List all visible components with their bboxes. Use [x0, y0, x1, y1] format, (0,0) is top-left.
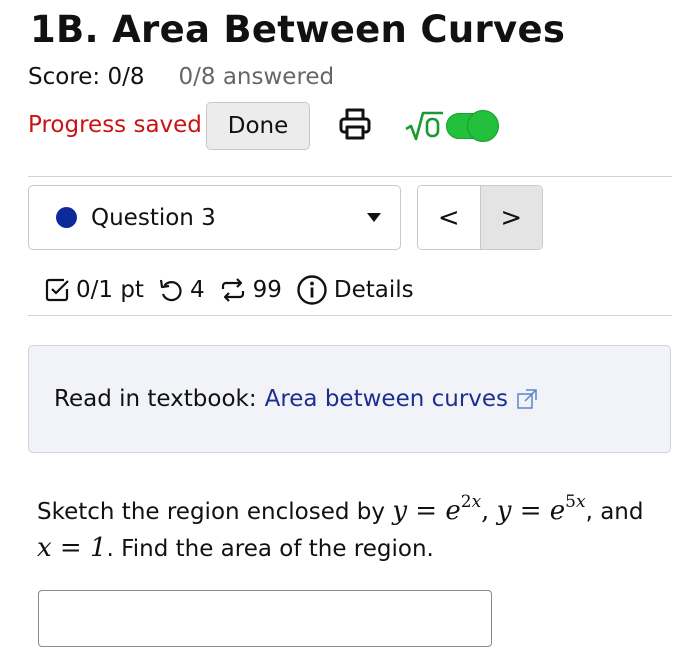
sqrt-icon	[405, 111, 443, 141]
divider	[28, 176, 672, 177]
score-text: Score: 0/8	[28, 64, 145, 90]
done-button[interactable]: Done	[206, 102, 310, 150]
toggle-knob	[467, 110, 499, 142]
textbook-link[interactable]: Area between curves	[265, 386, 508, 412]
equation-2: y = e5x	[496, 492, 586, 526]
next-question-button[interactable]: >	[480, 186, 542, 249]
progress-status: Progress saved	[28, 112, 202, 138]
status-dot-icon	[56, 207, 77, 228]
tries-count: 99	[252, 277, 282, 303]
answer-input[interactable]	[38, 590, 492, 647]
question-text: Sketch the region enclosed by y = e2x, y…	[37, 492, 644, 563]
textbook-prefix: Read in textbook:	[54, 386, 257, 412]
question-nav-group: < >	[417, 185, 543, 250]
printer-icon[interactable]	[337, 106, 373, 142]
external-link-icon[interactable]	[516, 388, 538, 410]
page-title: 1B. Area Between Curves	[30, 8, 566, 51]
toggle-switch[interactable]	[446, 110, 499, 142]
caret-down-icon	[367, 213, 381, 222]
undo-icon	[159, 279, 182, 302]
previous-question-button[interactable]: <	[418, 186, 481, 249]
question-select-label: Question 3	[91, 204, 216, 231]
question-select[interactable]: Question 3	[28, 185, 401, 250]
equation-1: y = e2x	[392, 492, 482, 526]
retry-icon	[221, 278, 244, 302]
answered-count: 0/8 answered	[178, 64, 335, 90]
equation-3: x = 1	[37, 533, 107, 563]
textbook-callout: Read in textbook: Area between curves	[28, 345, 671, 453]
score-row: Score: 0/8 0/8 answered	[28, 64, 334, 90]
question-meta: 0/1 pt 4 99 Details	[44, 270, 414, 310]
checkbox-icon	[45, 278, 69, 302]
points-text: 0/1 pt	[76, 277, 144, 303]
attempts-count: 4	[189, 277, 205, 303]
details-link[interactable]: Details	[334, 277, 414, 303]
divider	[28, 315, 672, 316]
math-entry-toggle[interactable]	[404, 108, 499, 144]
info-icon[interactable]	[296, 274, 328, 306]
